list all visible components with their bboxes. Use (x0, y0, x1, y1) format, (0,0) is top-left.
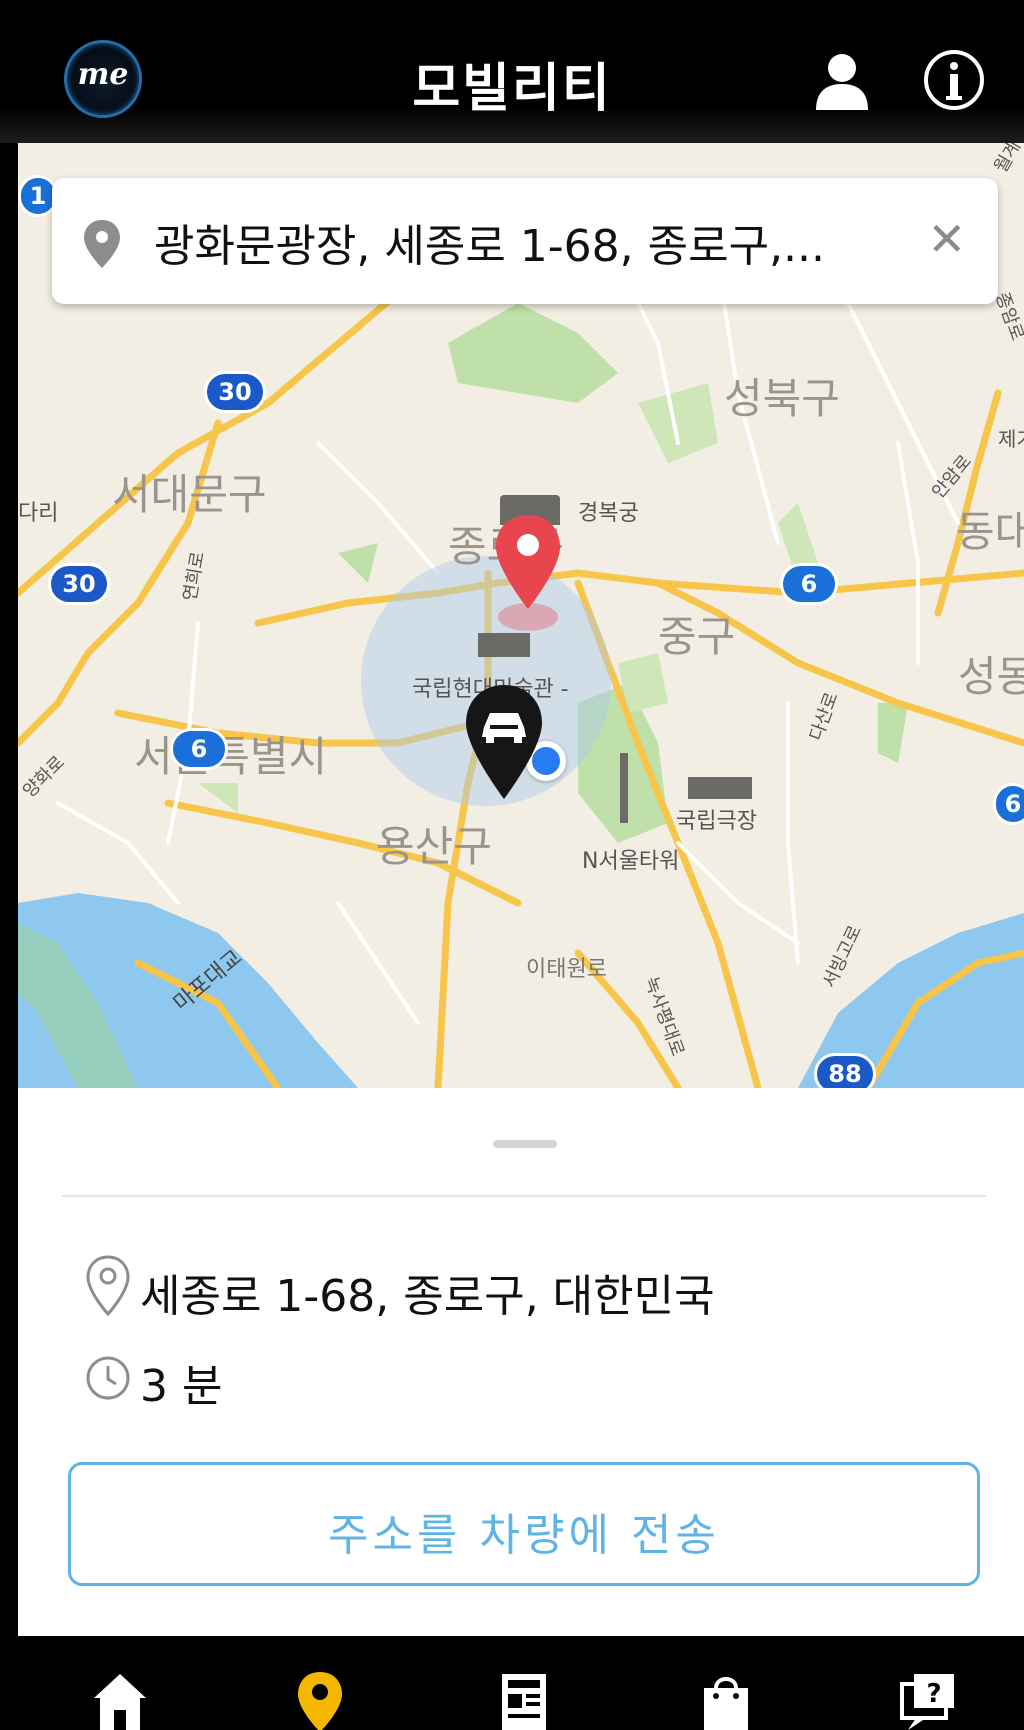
app-header: me 모빌리티 (0, 0, 1024, 143)
map-label-seongbuk: 성북구 (724, 374, 840, 423)
home-icon[interactable] (90, 1670, 150, 1730)
destination-sheet: 세종로 1-68, 종로구, 대한민국 3 분 주소를 차량에 전송 (18, 1088, 1024, 1636)
duration-text: 3 분 (140, 1361, 223, 1412)
page-title: 모빌리티 (412, 59, 612, 119)
search-bar[interactable]: 광화문광장, 세종로 1-68, 종로구,... ✕ (52, 178, 998, 304)
location-pin-icon (84, 220, 120, 268)
profile-icon[interactable] (810, 48, 874, 112)
sheet-handle[interactable] (493, 1140, 557, 1148)
map-label-gyeongbokgung: 경복궁 (578, 501, 639, 526)
clock-icon (86, 1356, 130, 1400)
route-badge: 6 (993, 783, 1024, 825)
route-badge: 6 (170, 728, 228, 770)
map-label-yongsan: 용산구 (376, 822, 492, 871)
route-badge: 88 (814, 1053, 876, 1088)
location-icon[interactable] (290, 1670, 350, 1730)
map-label-seongdong: 성동 (958, 652, 1024, 701)
map-label-national-theater: 국립극장 (676, 809, 757, 834)
news-icon[interactable] (494, 1670, 554, 1730)
send-to-vehicle-label: 주소를 차량에 전송 (328, 1510, 720, 1561)
logo-text: me (77, 57, 129, 92)
route-badge: 30 (48, 563, 110, 605)
map-label-seodaemun: 서대문구 (112, 470, 267, 519)
me-logo[interactable]: me (64, 40, 142, 118)
help-icon[interactable]: ? (898, 1670, 958, 1730)
map-label-je: 제기 (998, 427, 1024, 451)
map-label-dong: 동대 (956, 507, 1024, 556)
destination-pin-icon[interactable] (492, 513, 564, 631)
send-to-vehicle-button[interactable]: 주소를 차량에 전송 (68, 1462, 980, 1586)
bottom-nav: ? (0, 1636, 1024, 1730)
svg-text:?: ? (926, 1679, 941, 1709)
theater-icon (688, 777, 752, 799)
search-input[interactable]: 광화문광장, 세종로 1-68, 종로구,... (154, 210, 934, 274)
map-label-seoul: 서울특별시 (134, 732, 328, 781)
route-badge: 30 (204, 371, 266, 413)
map-label-itaewon: 이태원로 (526, 957, 607, 982)
shop-icon[interactable] (696, 1670, 756, 1730)
map-label-n-tower: N서울타워 (582, 849, 680, 874)
route-badge: 6 (780, 563, 838, 605)
address-text: 세종로 1-68, 종로구, 대한민국 (140, 1271, 715, 1322)
tower-icon (620, 753, 628, 823)
map-label-dari: 다리 (18, 501, 59, 526)
map-label-jung: 중구 (658, 612, 736, 661)
info-icon[interactable] (922, 48, 986, 112)
location-outline-icon (86, 1255, 130, 1317)
divider (62, 1195, 986, 1197)
vehicle-pin-icon[interactable] (462, 683, 546, 801)
museum-icon (478, 633, 530, 657)
close-icon[interactable]: ✕ (927, 212, 966, 266)
